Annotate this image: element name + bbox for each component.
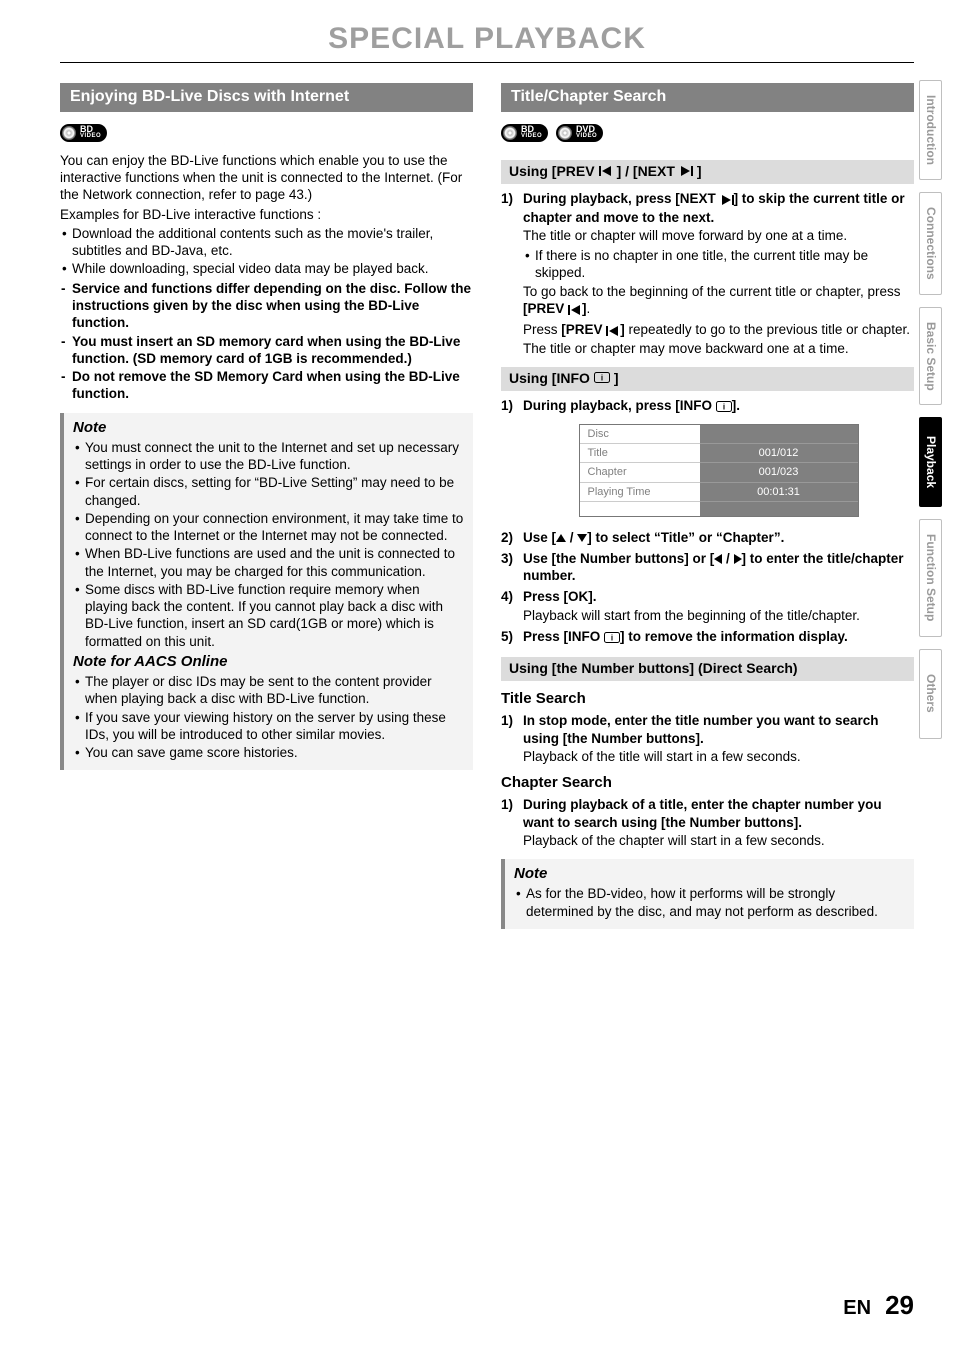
left-column: Enjoying BD-Live Discs with Internet BD …: [60, 83, 473, 938]
osd-label: Title: [580, 444, 700, 463]
tab-others[interactable]: Others: [919, 649, 942, 739]
disc-icon: [62, 126, 76, 140]
bd-video-badge: BD VIDEO: [60, 124, 107, 142]
chapter-search-steps: During playback of a title, enter the ch…: [501, 796, 914, 849]
using-info-subheader: Using [INFO i ]: [501, 367, 914, 391]
bd-live-bullets: Download the additional contents such as…: [60, 225, 473, 278]
step-item: During playback of a title, enter the ch…: [501, 796, 914, 849]
content-columns: Enjoying BD-Live Discs with Internet BD …: [60, 83, 914, 938]
info-icon: i: [594, 370, 610, 388]
bd-video-badge: BD VIDEO: [501, 124, 548, 142]
list-item: Download the additional contents such as…: [60, 225, 473, 260]
svg-text:i: i: [601, 374, 603, 383]
list-item: While downloading, special video data ma…: [60, 260, 473, 277]
skip-prev-icon: [568, 302, 582, 319]
step-item: Use [the Number buttons] or [ / ] to ent…: [501, 550, 914, 585]
skip-next-icon: [679, 163, 693, 181]
list-item: As for the BD-video, how it performs wil…: [514, 885, 905, 920]
skip-next-icon: [720, 192, 734, 209]
chapter-search-header: Chapter Search: [501, 773, 914, 792]
direct-search-subheader: Using [the Number buttons] (Direct Searc…: [501, 657, 914, 681]
list-item: The player or disc IDs may be sent to th…: [73, 673, 464, 708]
badge-sub: VIDEO: [80, 134, 101, 139]
tab-basic-setup[interactable]: Basic Setup: [919, 307, 942, 406]
tab-introduction[interactable]: Introduction: [919, 80, 942, 180]
skip-prev-icon: [606, 323, 620, 340]
note-box: Note As for the BD-video, how it perform…: [501, 859, 914, 929]
info-osd-display: Disc Title001/012 Chapter001/023 Playing…: [579, 424, 859, 516]
list-item: If you save your viewing history on the …: [73, 709, 464, 744]
osd-label: Chapter: [580, 463, 700, 482]
intro-text: You can enjoy the BD-Live functions whic…: [60, 152, 473, 204]
list-item: Do not remove the SD Memory Card when us…: [60, 368, 473, 403]
list-item: If there is no chapter in one title, the…: [523, 247, 914, 282]
tab-connections[interactable]: Connections: [919, 192, 942, 295]
svg-text:i: i: [723, 403, 725, 412]
info-icon: i: [716, 399, 732, 416]
osd-label: Playing Time: [580, 483, 700, 502]
down-arrow-icon: [577, 534, 587, 542]
list-item: Service and functions differ depending o…: [60, 280, 473, 332]
note-title: Note: [514, 864, 905, 883]
footer-page-number: 29: [885, 1289, 914, 1322]
step-item: During playback, press [NEXT ] to skip t…: [501, 190, 914, 357]
note-title: Note: [73, 418, 464, 437]
up-arrow-icon: [556, 534, 566, 542]
skip-prev-icon: [599, 163, 613, 181]
using-prev-next-subheader: Using [PREV ] / [NEXT ]: [501, 160, 914, 184]
step-item: Press [INFO i] to remove the information…: [501, 628, 914, 647]
dvd-video-badge: DVD VIDEO: [556, 124, 603, 142]
list-item: You must connect the unit to the Interne…: [73, 439, 464, 474]
footer: EN 29: [843, 1289, 914, 1322]
footer-lang: EN: [843, 1296, 871, 1322]
svg-text:i: i: [611, 633, 613, 642]
disc-icon: [503, 126, 517, 140]
title-search-header: Title Search: [501, 689, 914, 708]
left-arrow-icon: [714, 554, 722, 564]
prev-next-steps: During playback, press [NEXT ] to skip t…: [501, 190, 914, 357]
osd-value: [700, 425, 858, 444]
tab-playback[interactable]: Playback: [919, 417, 942, 507]
list-item: For certain discs, setting for “BD-Live …: [73, 474, 464, 509]
side-tab-strip: Introduction Connections Basic Setup Pla…: [919, 80, 942, 739]
disc-icon: [558, 126, 572, 140]
list-item: You must insert an SD memory card when u…: [60, 333, 473, 368]
list-item: Depending on your connection environment…: [73, 510, 464, 545]
right-section-header: Title/Chapter Search: [501, 83, 914, 111]
left-section-header: Enjoying BD-Live Discs with Internet: [60, 83, 473, 111]
info-icon: i: [604, 630, 620, 647]
bd-live-dashes: Service and functions differ depending o…: [60, 280, 473, 403]
step-item: In stop mode, enter the title number you…: [501, 712, 914, 765]
osd-value: 001/012: [700, 444, 858, 463]
list-item: You can save game score histories.: [73, 744, 464, 761]
step-item: Use [ / ] to select “Title” or “Chapter”…: [501, 529, 914, 546]
list-item: When BD-Live functions are used and the …: [73, 545, 464, 580]
title-search-steps: In stop mode, enter the title number you…: [501, 712, 914, 765]
right-column: Title/Chapter Search BD VIDEO DVD VIDEO …: [501, 83, 914, 938]
osd-value: 00:01:31: [700, 483, 858, 502]
tab-function-setup[interactable]: Function Setup: [919, 519, 942, 636]
list-item: Some discs with BD-Live function require…: [73, 581, 464, 650]
info-steps: During playback, press [INFO i]. Disc Ti…: [501, 397, 914, 647]
page-title: SPECIAL PLAYBACK: [60, 20, 914, 63]
osd-label: Disc: [580, 425, 700, 444]
aacs-note-title: Note for AACS Online: [73, 652, 464, 671]
right-arrow-icon: [734, 554, 742, 564]
step-item: During playback, press [INFO i]. Disc Ti…: [501, 397, 914, 517]
osd-value: 001/023: [700, 463, 858, 482]
examples-label: Examples for BD-Live interactive functio…: [60, 206, 473, 223]
step-item: Press [OK]. Playback will start from the…: [501, 588, 914, 624]
note-box: Note You must connect the unit to the In…: [60, 413, 473, 771]
